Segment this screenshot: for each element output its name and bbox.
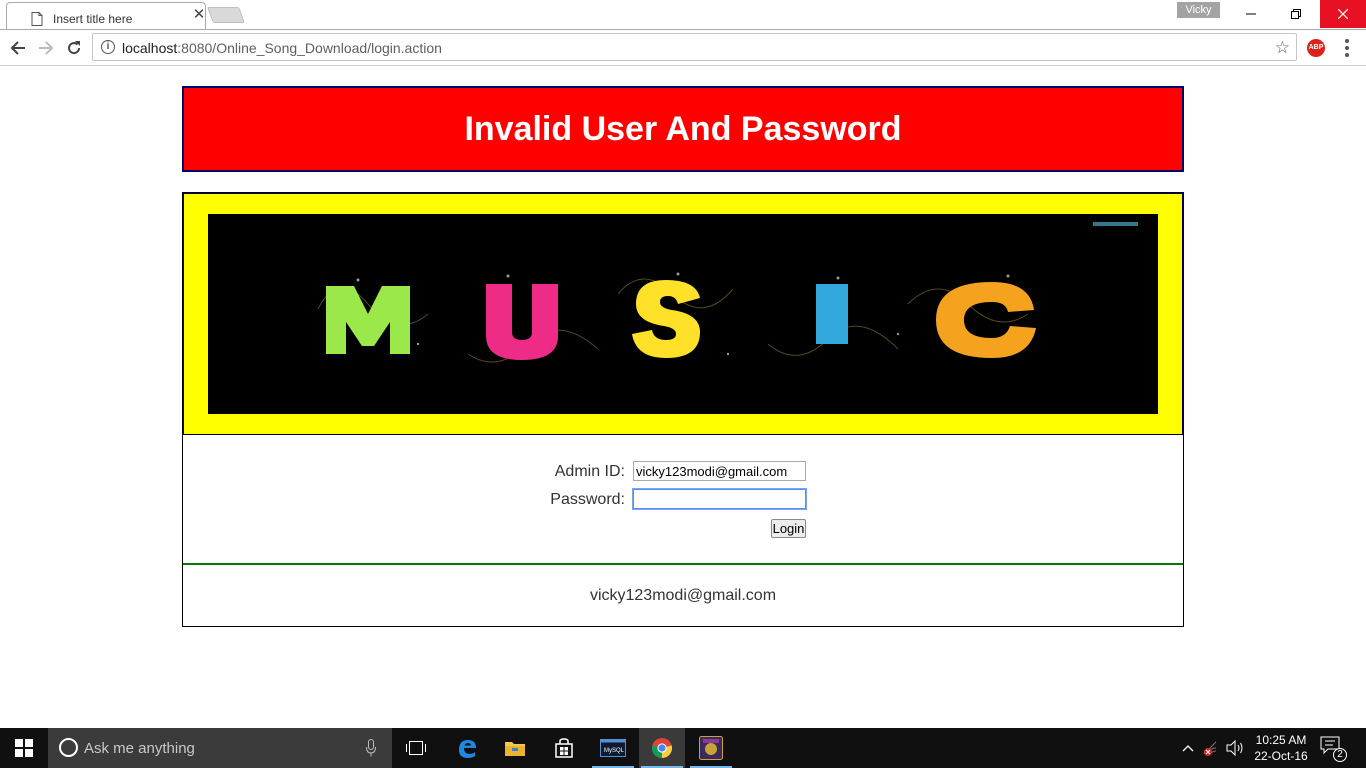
letter-u [486, 284, 558, 360]
edge-button[interactable] [444, 728, 490, 768]
info-icon[interactable]: i [101, 40, 115, 54]
clock-time: 10:25 AM [1255, 733, 1307, 747]
minimize-button[interactable] [1228, 0, 1273, 28]
game-icon [699, 736, 723, 760]
tab-strip: Insert title here ✕ Vicky [0, 0, 1366, 30]
network-disconnected-icon [1203, 741, 1217, 756]
letter-i [816, 284, 848, 344]
footer-email: vicky123modi@gmail.com [589, 586, 777, 604]
file-explorer-button[interactable] [492, 728, 538, 768]
file-explorer-icon [505, 742, 525, 756]
address-bar[interactable]: i localhost:8080/Online_Song_Download/lo… [92, 33, 1297, 61]
tab-title: Insert title here [53, 12, 133, 26]
admin-id-label: Admin ID: [554, 463, 625, 480]
browser-tab[interactable]: Insert title here ✕ [6, 2, 206, 30]
password-row: Password: [183, 489, 1183, 511]
letter-c [936, 282, 1036, 358]
error-message: Invalid User And Password [464, 109, 902, 148]
windows-logo-icon [15, 739, 33, 757]
back-arrow-icon [10, 41, 25, 55]
restore-icon [1290, 9, 1301, 19]
profile-button[interactable]: Vicky [1177, 2, 1220, 18]
edge-icon [459, 740, 476, 758]
notification-count: 2 [1333, 748, 1347, 762]
admin-id-row: Admin ID: [183, 461, 1183, 483]
chrome-icon [651, 738, 673, 759]
game-app-button[interactable] [688, 728, 734, 768]
banner-frame [183, 193, 1183, 435]
music-banner-image [208, 214, 1158, 414]
close-icon [1338, 9, 1348, 19]
back-button[interactable] [6, 36, 30, 60]
password-input[interactable] [633, 489, 806, 509]
speaker-icon [1226, 740, 1243, 756]
start-button[interactable] [0, 728, 48, 768]
login-container: Admin ID: Password: Login vicky123modi@g… [182, 192, 1184, 627]
footer: vicky123modi@gmail.com [183, 565, 1183, 626]
mysql-icon: MySQL [600, 739, 626, 757]
chrome-button[interactable] [639, 728, 685, 768]
letter-m [326, 286, 410, 354]
store-button[interactable] [541, 728, 587, 768]
windows-taskbar: Ask me anything MySQL 10:25 AM 22-Oct-16… [0, 728, 1366, 768]
error-banner: Invalid User And Password [182, 86, 1184, 172]
network-status[interactable] [1200, 728, 1222, 768]
microphone-icon[interactable] [366, 739, 376, 757]
login-form: Admin ID: Password: Login [183, 435, 1183, 563]
letter-s [632, 280, 700, 358]
login-button[interactable]: Login [771, 519, 806, 538]
cortana-search[interactable]: Ask me anything [48, 728, 392, 768]
mysql-button[interactable]: MySQL [590, 728, 636, 768]
web-page: Invalid User And Password Admin ID: vick… [0, 66, 1366, 728]
store-icon [555, 738, 573, 758]
admin-id-input[interactable] [633, 461, 806, 481]
adblock-icon[interactable]: ABP [1307, 39, 1325, 57]
new-tab-button[interactable] [207, 7, 245, 23]
action-center-button[interactable]: 2 [1320, 736, 1347, 762]
password-label: Password: [550, 491, 625, 508]
cortana-icon [59, 738, 78, 757]
svg-text:MySQL: MySQL [604, 748, 625, 754]
task-view-button[interactable] [393, 728, 439, 768]
reload-button[interactable] [62, 36, 86, 60]
bookmark-star-icon[interactable]: ☆ [1275, 38, 1290, 58]
reload-icon [68, 41, 81, 55]
browser-toolbar: i localhost:8080/Online_Song_Download/lo… [0, 30, 1366, 66]
close-tab-icon[interactable]: ✕ [191, 5, 207, 23]
page-icon [31, 12, 43, 26]
url-text[interactable]: localhost:8080/Online_Song_Download/logi… [122, 40, 442, 56]
chevron-up-icon [1182, 745, 1194, 752]
task-view-icon [406, 741, 426, 755]
browser-menu-icon[interactable] [1340, 38, 1354, 58]
tray-overflow-button[interactable] [1178, 728, 1198, 768]
restore-button[interactable] [1273, 0, 1318, 28]
clock[interactable]: 10:25 AM 22-Oct-16 [1246, 732, 1316, 764]
volume-button[interactable] [1224, 728, 1246, 768]
close-window-button[interactable] [1320, 0, 1366, 28]
search-placeholder: Ask me anything [84, 740, 195, 757]
minimize-icon [1245, 13, 1256, 15]
forward-button[interactable] [34, 36, 58, 60]
clock-date: 22-Oct-16 [1254, 749, 1308, 763]
forward-arrow-icon [39, 41, 54, 55]
